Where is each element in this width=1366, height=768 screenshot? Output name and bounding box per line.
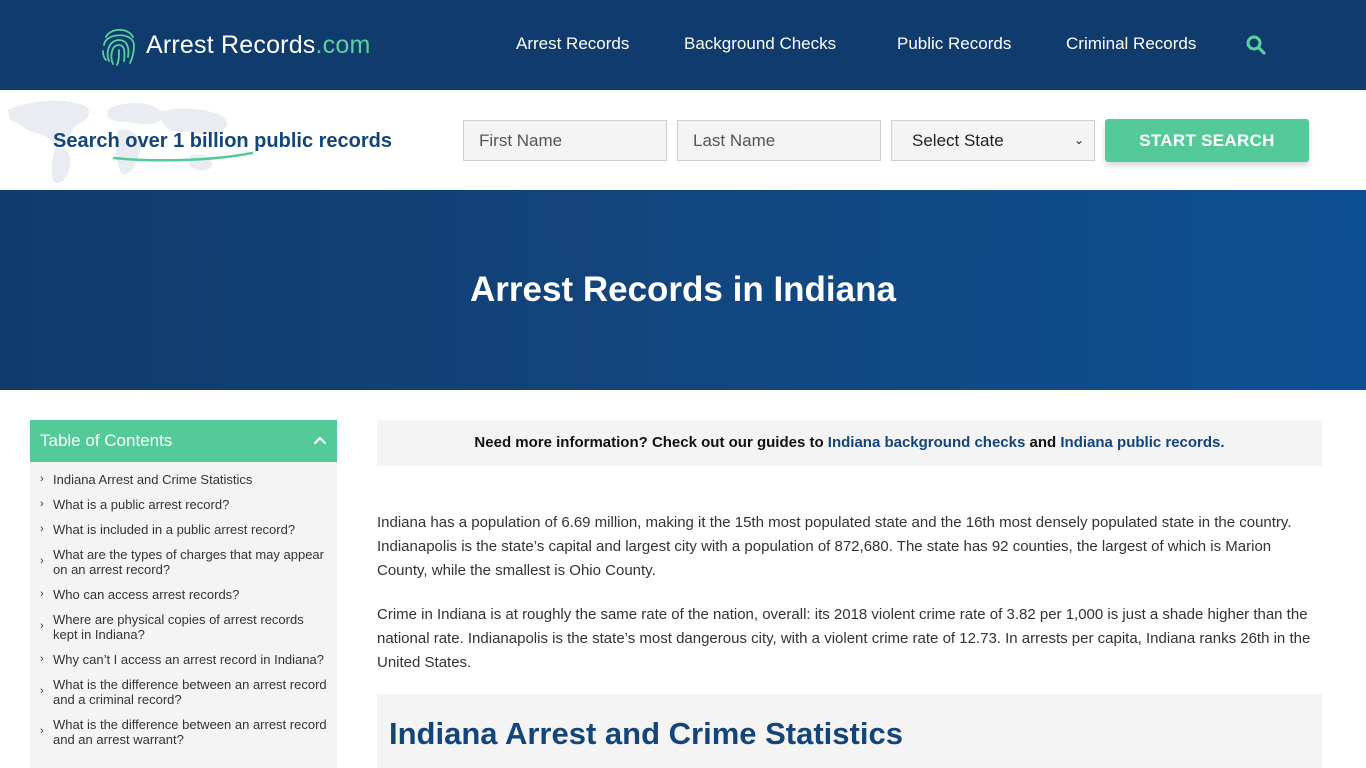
toc-list: › Indiana Arrest and Crime Statistics › Wh… (30, 462, 337, 747)
chevron-down-icon: ⌄ (1073, 133, 1084, 147)
table-of-contents: Table of Contents › Indiana Arrest and Cr… (30, 420, 337, 768)
toc-title: Table of Contents (40, 431, 173, 450)
tagline-underline (112, 151, 254, 162)
search-icon[interactable] (1246, 35, 1266, 55)
site-logo[interactable]: Arrest Records.com (100, 22, 371, 68)
nav-arrest-records[interactable]: Arrest Records (516, 34, 629, 54)
nav-public-records[interactable]: Public Records (897, 34, 1011, 54)
page-title: Arrest Records in Indiana (470, 270, 896, 309)
toc-item[interactable]: › What are the types of charges that may … (40, 547, 327, 577)
crime-paragraph: Crime in Indiana is at roughly the same … (377, 606, 1311, 671)
chevron-right-icon: › (40, 620, 44, 632)
statistics-section: Indiana Arrest and Crime Statistics (377, 694, 1322, 768)
chevron-right-icon: › (40, 497, 44, 510)
chevron-up-icon[interactable] (313, 433, 327, 447)
notice-prefix: Need more information? Check out our gui… (474, 434, 828, 451)
search-bar: Search over 1 billion public records Fir… (0, 90, 1366, 190)
nav-criminal-records[interactable]: Criminal Records (1066, 34, 1196, 54)
state-select-value: Select State (912, 131, 1004, 150)
chevron-right-icon: › (40, 652, 44, 665)
toc-header[interactable]: Table of Contents (30, 420, 337, 462)
first-name-input[interactable]: First Name (463, 120, 667, 161)
section-heading: Indiana Arrest and Crime Statistics (389, 716, 903, 751)
toc-item[interactable]: › Who can access arrest records? (40, 587, 327, 602)
hero-banner: Arrest Records in Indiana (0, 190, 1366, 390)
public-records-link[interactable]: Indiana public records. (1060, 434, 1224, 451)
toc-item[interactable]: › What is the difference between an arres… (40, 717, 327, 747)
toc-item[interactable]: › What is included in a public arrest rec… (40, 522, 327, 537)
toc-item[interactable]: › Why can’t I access an arrest record in … (40, 652, 327, 667)
toc-item[interactable]: › What is the difference between an arres… (40, 677, 327, 707)
last-name-input[interactable]: Last Name (677, 120, 881, 161)
toc-item[interactable]: › Where are physical copies of arrest rec… (40, 612, 327, 642)
logo-text: Arrest Records.com (146, 30, 371, 59)
background-checks-link[interactable]: Indiana background checks (828, 434, 1026, 451)
site-header: Arrest Records.com Arrest Records Backgr… (0, 0, 1366, 90)
notice-middle: and (1025, 434, 1061, 451)
chevron-right-icon: › (40, 587, 44, 600)
chevron-right-icon: › (40, 522, 44, 535)
chevron-right-icon: › (40, 725, 44, 737)
toc-item[interactable]: › What is a public arrest record? (40, 497, 327, 512)
fingerprint-icon (102, 28, 135, 66)
chevron-right-icon: › (40, 472, 44, 485)
chevron-right-icon: › (40, 555, 44, 567)
state-select[interactable]: Select State ⌄ (891, 120, 1095, 161)
info-notice: Need more information? Check out our gui… (377, 420, 1322, 466)
intro-paragraph: Indiana has a population of 6.69 million… (377, 514, 1292, 579)
chevron-right-icon: › (40, 685, 44, 697)
toc-item[interactable]: › Indiana Arrest and Crime Statistics (40, 472, 327, 487)
start-search-button[interactable]: START SEARCH (1105, 119, 1309, 162)
nav-background-checks[interactable]: Background Checks (684, 34, 836, 54)
